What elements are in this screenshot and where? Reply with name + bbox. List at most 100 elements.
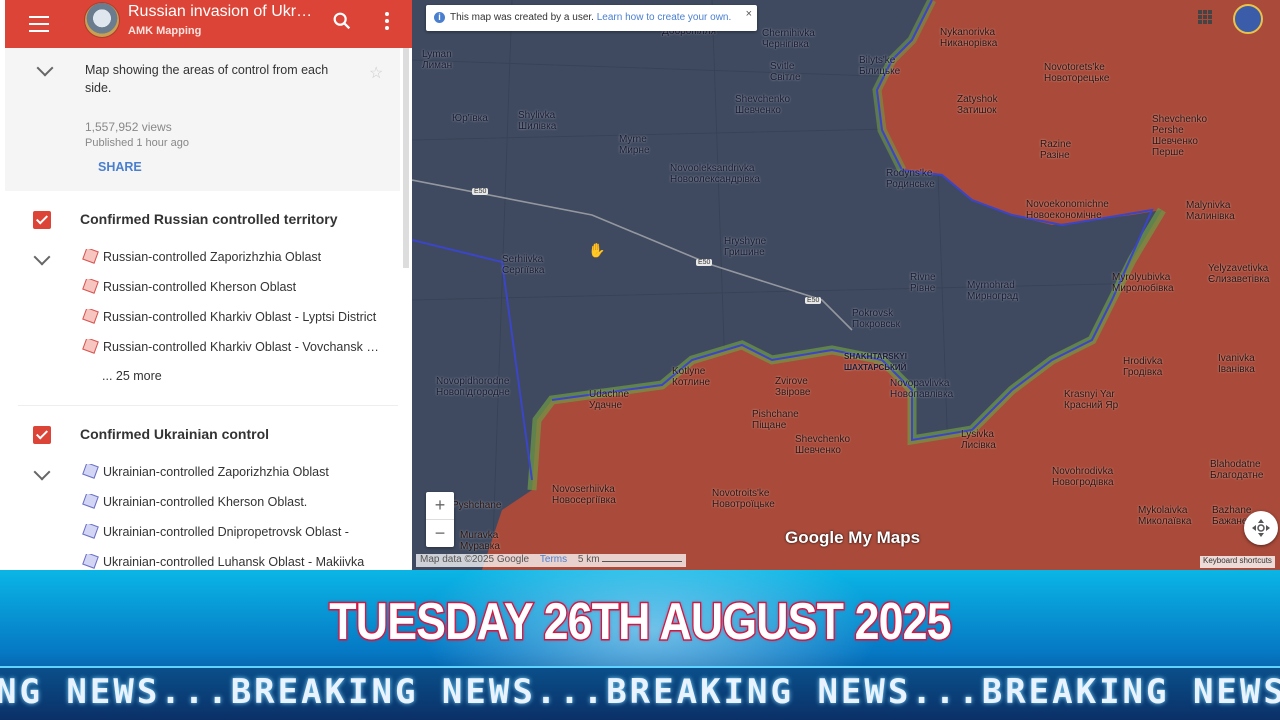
layer-item[interactable]: Ukrainian-controlled Zaporizhzhia Oblast xyxy=(80,464,380,484)
zoom-out-button[interactable]: − xyxy=(426,520,454,547)
place-label: Bilyts'ke Білицьке xyxy=(859,55,901,77)
collapse-description-icon[interactable] xyxy=(36,59,54,77)
place-label: Blahodatne Благодатне xyxy=(1210,459,1264,481)
place-label: Shevchenko Шевченко xyxy=(795,434,851,456)
polygon-icon xyxy=(82,339,99,354)
layer-title-russian[interactable]: Confirmed Russian controlled territory xyxy=(80,211,337,227)
more-options-icon[interactable] xyxy=(379,10,395,32)
layer-item[interactable]: Russian-controlled Kharkiv Oblast - Lypt… xyxy=(80,309,380,329)
keyboard-shortcuts-link[interactable]: Keyboard shortcuts xyxy=(1200,556,1275,568)
info-icon: i xyxy=(434,12,445,23)
polygon-icon xyxy=(82,309,99,324)
place-label: Razine Разіне xyxy=(1040,139,1072,161)
collapse-layer-icon[interactable] xyxy=(33,248,51,266)
place-label: Malynivka Малинівка xyxy=(1186,200,1235,222)
layer-item[interactable]: Ukrainian-controlled Dnipropetrovsk Obla… xyxy=(80,524,380,544)
close-icon[interactable]: × xyxy=(746,8,752,20)
attribution-text: Map data ©2025 Google xyxy=(420,554,530,565)
layer-checkbox-ukrainian[interactable] xyxy=(33,426,51,444)
layer-item[interactable]: Ukrainian-controlled Luhansk Oblast - Ma… xyxy=(80,554,380,570)
place-label: Myrolyubivka Миролюбівка xyxy=(1112,272,1174,294)
place-label: Novoekonomichne Новоекономічне xyxy=(1026,199,1109,221)
search-icon[interactable] xyxy=(331,10,353,32)
place-label: Novopidhorodne Новопідгородне xyxy=(436,376,510,398)
layer-checkbox-russian[interactable] xyxy=(33,211,51,229)
polygon-icon xyxy=(82,494,99,509)
polygon-icon xyxy=(82,524,99,539)
zoom-controls: + − xyxy=(426,492,454,547)
divider xyxy=(18,405,398,406)
map-canvas[interactable]: E50 E50 E50 Lyman Лиман Юр'ївка Shylivka Ш… xyxy=(412,0,1280,570)
layer-item[interactable]: Ukrainian-controlled Kherson Oblast. xyxy=(80,494,380,514)
layer-item[interactable]: Russian-controlled Kherson Oblast xyxy=(80,279,380,299)
map-title[interactable]: Russian invasion of Ukraine xyxy=(128,3,318,21)
scale-label: 5 km xyxy=(577,554,600,565)
share-button[interactable]: SHARE xyxy=(98,160,142,174)
polygon-icon xyxy=(82,249,99,264)
published-time: Published 1 hour ago xyxy=(85,137,189,149)
map-description: Map showing the areas of control from ea… xyxy=(85,63,329,95)
place-label: Pokrovsk Покровськ xyxy=(852,308,901,330)
place-label: Serhiivka Сергіївка xyxy=(502,254,545,276)
place-label: Novotorets'ke Новоторецьке xyxy=(1044,62,1110,84)
more-items-link[interactable]: ... 25 more xyxy=(102,369,162,383)
place-label: Zvirove Звірове xyxy=(775,376,811,398)
place-label: Shylivka Шилівка xyxy=(518,110,557,132)
zoom-in-button[interactable]: + xyxy=(426,492,454,520)
polygon-icon xyxy=(82,464,99,479)
place-label: Novotroits'ke Новотроїцьке xyxy=(712,488,775,510)
map-attribution: Map data ©2025 Google Terms 5 km xyxy=(416,554,687,567)
terms-link[interactable]: Terms xyxy=(540,554,567,565)
layer-item[interactable]: Russian-controlled Zaporizhzhia Oblast xyxy=(80,249,380,269)
polygon-icon xyxy=(82,279,99,294)
place-label: Юр'ївка xyxy=(452,113,488,124)
polygon-icon xyxy=(82,554,99,569)
place-label: Rivne Рівне xyxy=(910,272,936,294)
place-label: Ivanivka Іванівка xyxy=(1218,353,1255,375)
place-label: Krasnyi Yar Красний Яр xyxy=(1064,389,1119,411)
place-label: Lysivka Лисівка xyxy=(961,429,996,451)
account-avatar[interactable] xyxy=(1233,4,1263,34)
place-label: Hrodivka Гродівка xyxy=(1123,356,1163,378)
collapse-layer-icon[interactable] xyxy=(33,463,51,481)
place-label: Lyman Лиман xyxy=(422,49,453,71)
recenter-icon[interactable] xyxy=(1244,511,1278,545)
place-label: Nykanorivka Никанорівка xyxy=(940,27,998,49)
place-label: Novopavlivka Новопавлівка xyxy=(890,378,954,400)
place-label: Shevchenko Шевченко xyxy=(735,94,791,116)
place-label: Chernihivka Чернігівка xyxy=(762,28,815,50)
author-avatar[interactable] xyxy=(84,2,120,38)
star-icon[interactable]: ☆ xyxy=(369,63,383,83)
place-label: Mykolaivka Миколаївка xyxy=(1138,505,1192,527)
apps-grid-icon[interactable] xyxy=(1198,10,1214,26)
place-label: Shevchenko Pershe Шевченко Перше xyxy=(1152,114,1208,158)
banner-date: TUESDAY 26TH AUGUST 2025 xyxy=(328,592,953,653)
ticker-text: NG NEWS...BREAKING NEWS...BREAKING NEWS.… xyxy=(0,672,1280,712)
hand-cursor-icon: ✋ xyxy=(588,242,606,258)
notice-text: This map was created by a user. xyxy=(450,12,594,23)
place-label: SHAKHTARSKYI ШАХТАРСЬКИЙ xyxy=(844,352,907,372)
place-label: Myrnohrad Мирноград xyxy=(967,280,1019,302)
road-label: E50 xyxy=(472,188,489,195)
scale-bar xyxy=(602,561,683,562)
learn-more-link[interactable]: Learn how to create your own. xyxy=(597,12,732,23)
view-count: 1,557,952 views xyxy=(85,120,172,134)
sidebar: Russian invasion of Ukraine AMK Mapping … xyxy=(0,0,412,570)
place-label: Udachne Удачне xyxy=(589,389,630,411)
layer-item[interactable]: Russian-controlled Kharkiv Oblast - Vovc… xyxy=(80,339,380,359)
google-my-maps-logo: Google My Maps xyxy=(785,528,921,547)
layer-title-ukrainian[interactable]: Confirmed Ukrainian control xyxy=(80,426,269,442)
road-label: E50 xyxy=(696,259,713,266)
place-label: Yelyzavetivka Єлизаветівка xyxy=(1208,263,1270,285)
menu-icon[interactable] xyxy=(27,11,51,35)
place-label: Zatyshok Затишок xyxy=(957,94,998,116)
news-banner: TUESDAY 26TH AUGUST 2025 NG NEWS...BREAK… xyxy=(0,570,1280,720)
place-label: Hryshyne Гришине xyxy=(724,236,767,258)
place-label: Novohrodivka Новогродівка xyxy=(1052,466,1114,488)
map-author[interactable]: AMK Mapping xyxy=(128,25,201,37)
place-label: Kotlyne Котлине xyxy=(672,366,711,388)
map-description-panel: Map showing the areas of control from ea… xyxy=(5,48,400,191)
sidebar-scrollbar[interactable] xyxy=(403,48,409,268)
app-header: Russian invasion of Ukraine AMK Mapping xyxy=(5,0,412,48)
road-label: E50 xyxy=(805,297,822,304)
